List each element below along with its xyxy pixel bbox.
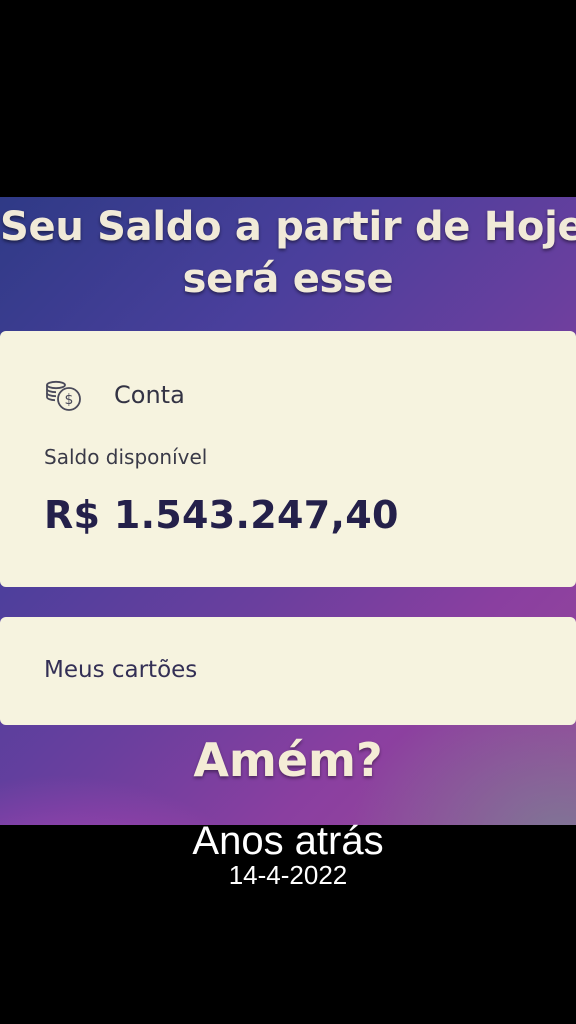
caption: Anos atrás 14-4-2022 <box>0 818 576 890</box>
video-frame: Seu Saldo a partir de Hoje será esse $ C… <box>0 0 576 1024</box>
my-cards-card[interactable]: Meus cartões <box>0 617 576 725</box>
headline-line-2: será esse <box>182 256 394 302</box>
video-content: Seu Saldo a partir de Hoje será esse $ C… <box>0 197 576 825</box>
headline-line-1: Seu Saldo a partir de Hoje <box>0 204 576 250</box>
account-row[interactable]: $ Conta <box>44 375 185 415</box>
my-cards-label: Meus cartões <box>44 657 198 683</box>
balance-value: R$ 1.543.247,40 <box>44 493 399 537</box>
caption-date: 14-4-2022 <box>228 860 348 890</box>
amen-overlay-text: Amém? <box>193 733 383 787</box>
headline: Seu Saldo a partir de Hoje será esse <box>0 197 576 305</box>
coin-dollar-icon: $ <box>46 380 81 411</box>
account-card[interactable]: $ Conta Saldo disponível <box>0 331 576 587</box>
balance-label: Saldo disponível <box>44 445 208 469</box>
account-label: Conta <box>114 381 185 409</box>
caption-title: Anos atrás <box>192 819 384 863</box>
svg-text:$: $ <box>65 392 74 408</box>
